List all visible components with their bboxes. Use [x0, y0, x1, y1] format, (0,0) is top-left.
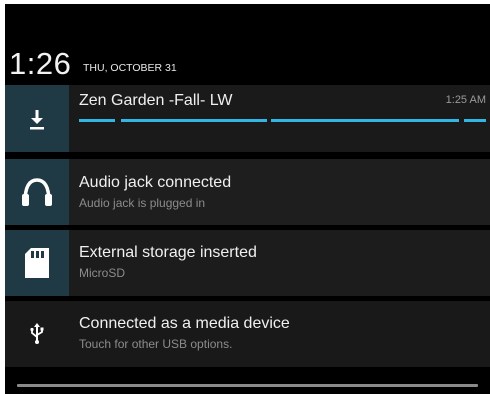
download-progress-bar	[79, 119, 486, 122]
notification-download[interactable]: Zen Garden -Fall- LW 1:25 AM	[5, 85, 490, 152]
notification-subtitle: Audio jack is plugged in	[79, 196, 206, 210]
notification-time: 1:25 AM	[445, 94, 486, 106]
sd-card-icon	[5, 230, 69, 296]
notification-title: Zen Garden -Fall- LW	[79, 92, 233, 109]
notification-title: Connected as a media device	[79, 315, 290, 332]
clock: 1:26	[9, 46, 72, 81]
download-icon	[5, 85, 69, 152]
notification-usb[interactable]: Connected as a media device Touch for ot…	[5, 301, 490, 367]
notification-subtitle: Touch for other USB options.	[79, 337, 233, 351]
notification-external-storage[interactable]: External storage inserted MicroSD	[5, 230, 490, 296]
shade-drag-handle[interactable]	[17, 384, 478, 387]
notification-title: External storage inserted	[79, 244, 257, 261]
notification-title: Audio jack connected	[79, 174, 232, 191]
status-header: 1:26 THU, OCTOBER 31	[5, 4, 490, 84]
headphones-icon	[5, 159, 69, 225]
date-label: THU, OCTOBER 31	[83, 62, 177, 74]
notification-subtitle: MicroSD	[79, 266, 126, 280]
notification-audio-jack[interactable]: Audio jack connected Audio jack is plugg…	[5, 159, 490, 225]
notification-shade: 1:26 THU, OCTOBER 31 Zen Garden -Fall- L…	[5, 4, 490, 394]
usb-icon	[5, 301, 69, 367]
